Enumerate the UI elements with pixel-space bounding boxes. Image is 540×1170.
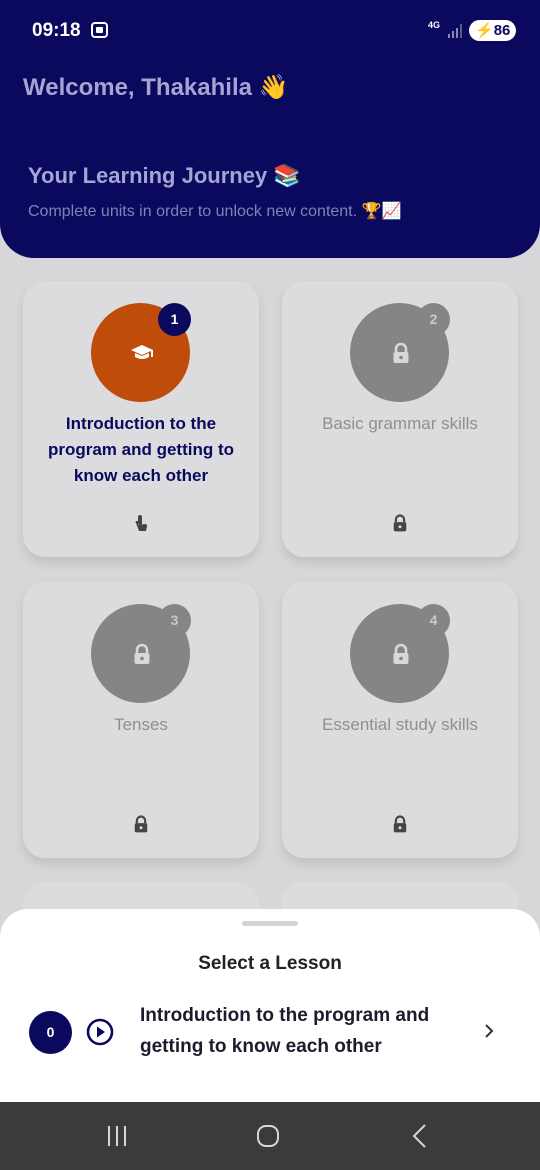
unit-card-1[interactable]: 1 Introduction to the program and gettin… bbox=[23, 281, 259, 557]
back-icon[interactable] bbox=[403, 1120, 437, 1152]
status-bar: 09:18 4G ⚡86 bbox=[0, 0, 540, 60]
unit-number-badge: 4 bbox=[417, 604, 450, 637]
tap-icon bbox=[135, 515, 147, 531]
lock-icon bbox=[134, 815, 148, 833]
app-screen: 09:18 4G ⚡86 Welcome, Thakahila 👋 Your L… bbox=[0, 0, 540, 1170]
lock-icon bbox=[393, 643, 409, 664]
lock-icon bbox=[393, 342, 409, 363]
play-circle-icon bbox=[86, 1018, 114, 1046]
journey-title: Your Learning Journey 📚 bbox=[28, 163, 301, 188]
lock-icon bbox=[393, 514, 407, 532]
chevron-right-icon bbox=[485, 1024, 494, 1038]
unit-card-4[interactable]: 4 Essential study skills bbox=[282, 582, 518, 858]
lesson-number-badge: 0 bbox=[29, 1011, 72, 1054]
recent-apps-icon[interactable] bbox=[100, 1120, 134, 1152]
lesson-item[interactable]: 0 Introduction to the program and gettin… bbox=[0, 999, 540, 1069]
battery-level: 86 bbox=[493, 22, 511, 39]
status-time: 09:18 bbox=[32, 20, 81, 41]
lesson-bottom-sheet: Select a Lesson 0 Introduction to the pr… bbox=[0, 909, 540, 1102]
journey-subtitle: Complete units in order to unlock new co… bbox=[28, 203, 402, 220]
lock-icon bbox=[134, 643, 150, 664]
unit-number-badge: 3 bbox=[158, 604, 191, 637]
drag-handle[interactable] bbox=[242, 921, 298, 926]
unit-number-badge: 2 bbox=[417, 303, 450, 336]
unit-card-3[interactable]: 3 Tenses bbox=[23, 582, 259, 858]
sheet-title: Select a Lesson bbox=[198, 953, 342, 974]
unit-title: Essential study skills bbox=[322, 715, 478, 734]
graduation-cap-icon bbox=[131, 345, 153, 359]
unit-number-badge: 1 bbox=[158, 303, 191, 336]
unit-card-2[interactable]: 2 Basic grammar skills bbox=[282, 281, 518, 557]
unit-title: Tenses bbox=[114, 715, 168, 734]
header: 09:18 4G ⚡86 Welcome, Thakahila 👋 Your L… bbox=[0, 0, 540, 258]
unit-title: Basic grammar skills bbox=[322, 414, 478, 433]
screen-record-icon bbox=[91, 22, 108, 38]
lock-icon bbox=[393, 815, 407, 833]
signal-icon bbox=[448, 24, 464, 38]
lesson-title: Introduction to the program and getting … bbox=[140, 1005, 430, 1057]
battery-indicator: ⚡86 bbox=[469, 20, 517, 41]
unit-title: Introduction to the program and getting … bbox=[47, 414, 235, 485]
home-icon[interactable] bbox=[251, 1120, 285, 1152]
system-nav-bar bbox=[0, 1102, 540, 1170]
network-type: 4G bbox=[428, 20, 441, 30]
welcome-text: Welcome, Thakahila 👋 bbox=[23, 74, 289, 101]
